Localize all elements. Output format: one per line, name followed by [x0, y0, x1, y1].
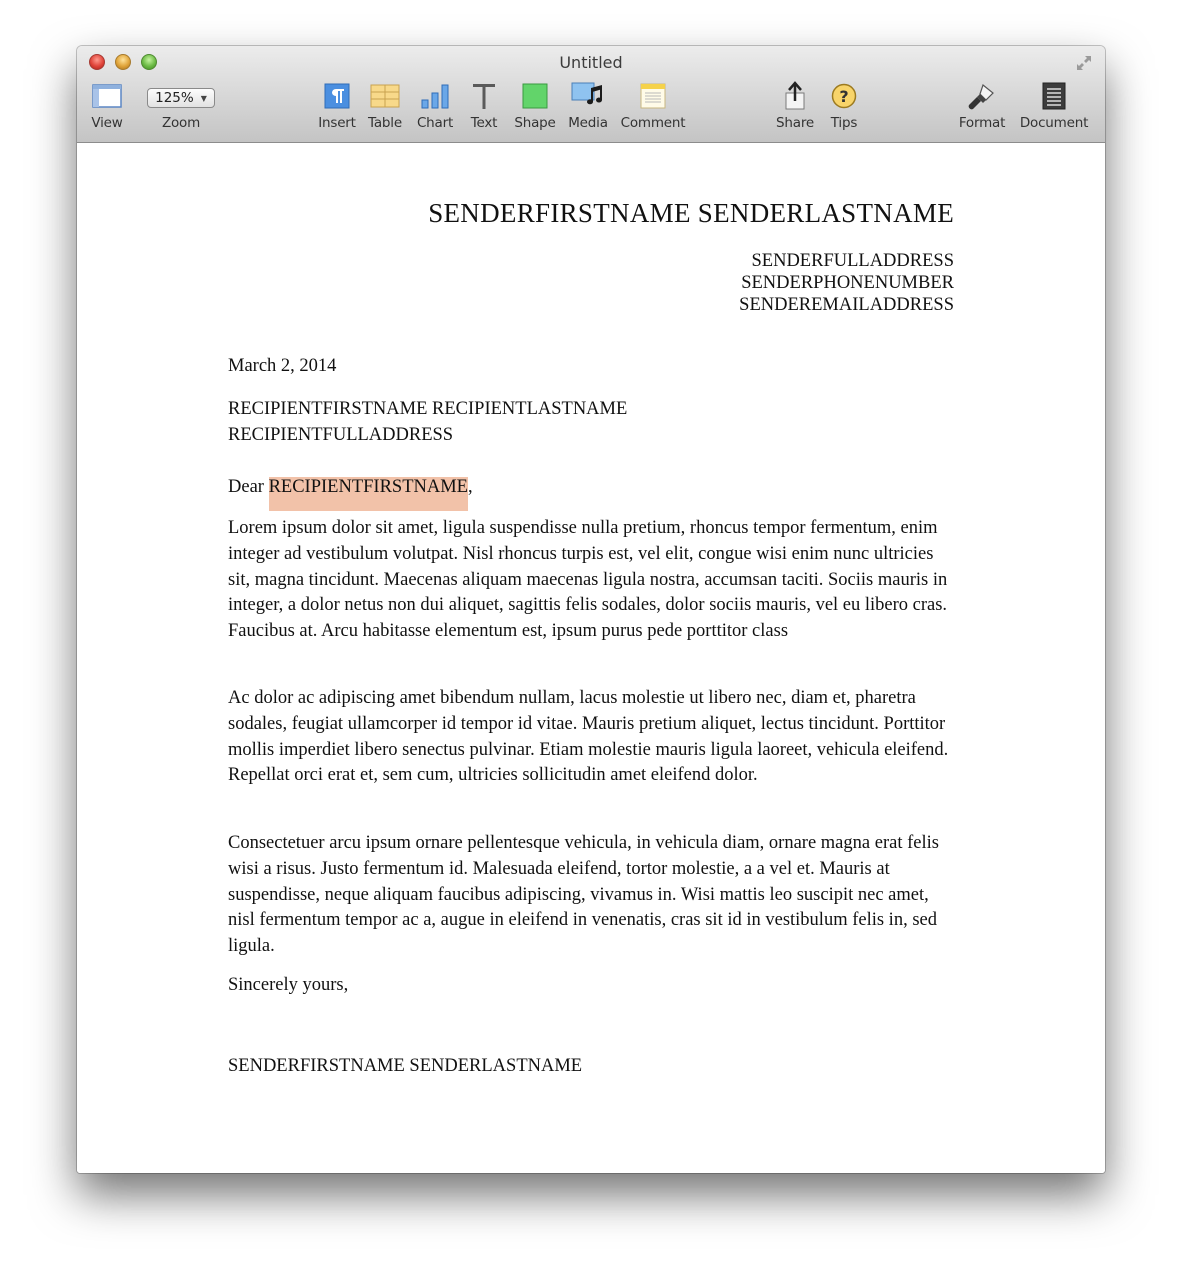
greeting-suffix: ,: [467, 477, 473, 497]
chart-button[interactable]: Chart: [415, 82, 455, 131]
greeting-prefix: Dear: [228, 477, 269, 497]
selected-placeholder-recipient-first-name[interactable]: RECIPIENTFIRSTNAME: [268, 477, 468, 511]
chevron-down-icon: ▼: [200, 93, 207, 103]
zoom-control[interactable]: 125% ▼ Zoom: [146, 82, 216, 131]
text-button[interactable]: Text: [466, 82, 502, 131]
media-icon: [571, 82, 603, 105]
insert-button[interactable]: Insert: [315, 82, 359, 131]
question-icon: ?: [831, 83, 857, 109]
paintbrush-icon: [968, 83, 994, 110]
document-page[interactable]: SENDERFIRSTNAME SENDERLASTNAME SENDERFUL…: [77, 143, 1105, 1173]
body-paragraph[interactable]: Consectetuer arcu ipsum ornare pellentes…: [228, 831, 954, 960]
tips-button[interactable]: ? Tips: [827, 82, 861, 131]
recipient-block: RECIPIENTFIRSTNAME RECIPIENTLASTNAME REC…: [228, 396, 627, 448]
recipient-name[interactable]: RECIPIENTFIRSTNAME RECIPIENTLASTNAME: [228, 396, 627, 422]
view-sidebar-icon: [92, 84, 122, 108]
zoom-select[interactable]: 125% ▼: [147, 88, 215, 108]
share-icon: [785, 81, 805, 110]
svg-text:?: ?: [839, 87, 848, 106]
sender-name-heading[interactable]: SENDERFIRSTNAME SENDERLASTNAME: [428, 198, 954, 229]
paragraph-icon: [324, 83, 350, 109]
window-title: Untitled: [559, 53, 623, 72]
table-button[interactable]: Table: [365, 82, 405, 131]
comment-button[interactable]: Comment: [620, 82, 686, 131]
document-button[interactable]: Document: [1019, 82, 1089, 131]
document-icon: [1042, 82, 1066, 110]
text-icon: [473, 84, 495, 109]
view-button[interactable]: View: [89, 82, 125, 131]
pages-window: Untitled View 125% ▼ Zoom Insert Table C…: [77, 46, 1105, 1173]
greeting: Dear RECIPIENTFIRSTNAME,: [228, 474, 473, 511]
signature-name[interactable]: SENDERFIRSTNAME SENDERLASTNAME: [228, 1056, 582, 1077]
zoom-value: 125%: [155, 90, 194, 106]
shape-button[interactable]: Shape: [514, 82, 556, 131]
shape-icon: [522, 83, 548, 109]
letter-date[interactable]: March 2, 2014: [228, 356, 336, 377]
table-icon: [370, 84, 400, 108]
body-paragraph[interactable]: Ac dolor ac adipiscing amet bibendum nul…: [228, 686, 954, 789]
sender-email[interactable]: SENDEREMAILADDRESS: [739, 294, 954, 316]
body-paragraph[interactable]: Lorem ipsum dolor sit amet, ligula suspe…: [228, 516, 954, 645]
format-button[interactable]: Format: [955, 82, 1009, 131]
media-button[interactable]: Media: [566, 82, 610, 131]
bar-chart-icon: [421, 84, 449, 109]
sender-address[interactable]: SENDERFULLADDRESS: [739, 250, 955, 272]
toolbar: Untitled View 125% ▼ Zoom Insert Table C…: [77, 46, 1105, 143]
sender-phone[interactable]: SENDERPHONENUMBER: [739, 272, 954, 294]
comment-icon: [640, 83, 666, 109]
closing[interactable]: Sincerely yours,: [228, 975, 348, 996]
sender-contact-block: SENDERFULLADDRESS SENDERPHONENUMBER SEND…: [739, 250, 954, 316]
recipient-address[interactable]: RECIPIENTFULLADDRESS: [228, 422, 627, 448]
share-button[interactable]: Share: [773, 81, 817, 131]
fullscreen-icon[interactable]: [1075, 54, 1093, 72]
